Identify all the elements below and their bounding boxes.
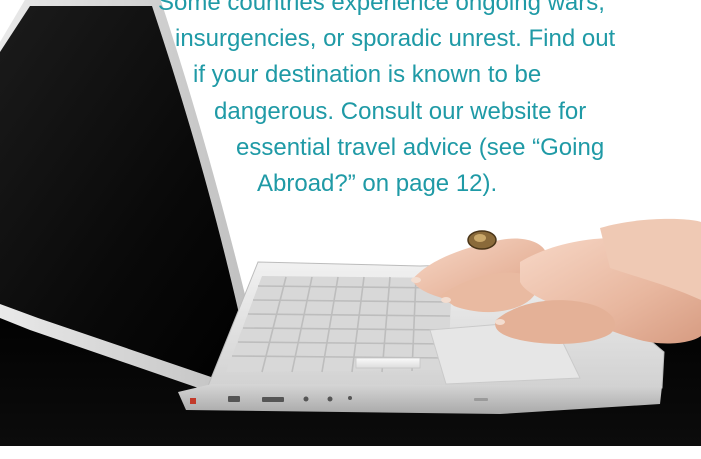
- keyboard: [226, 276, 453, 373]
- text-line-2: insurgencies, or sporadic unrest. Find o…: [175, 25, 616, 52]
- text-line-5: essential travel advice (see “Going: [236, 134, 605, 161]
- text-line-1: Some countries experience ongoing wars,: [158, 0, 605, 16]
- bottom-margin: [0, 446, 701, 459]
- text-line-3: if your destination is known to be: [193, 61, 542, 88]
- text-line-4: dangerous. Consult our website for: [214, 98, 587, 125]
- text-line-6: Abroad?” on page 12).: [257, 170, 498, 197]
